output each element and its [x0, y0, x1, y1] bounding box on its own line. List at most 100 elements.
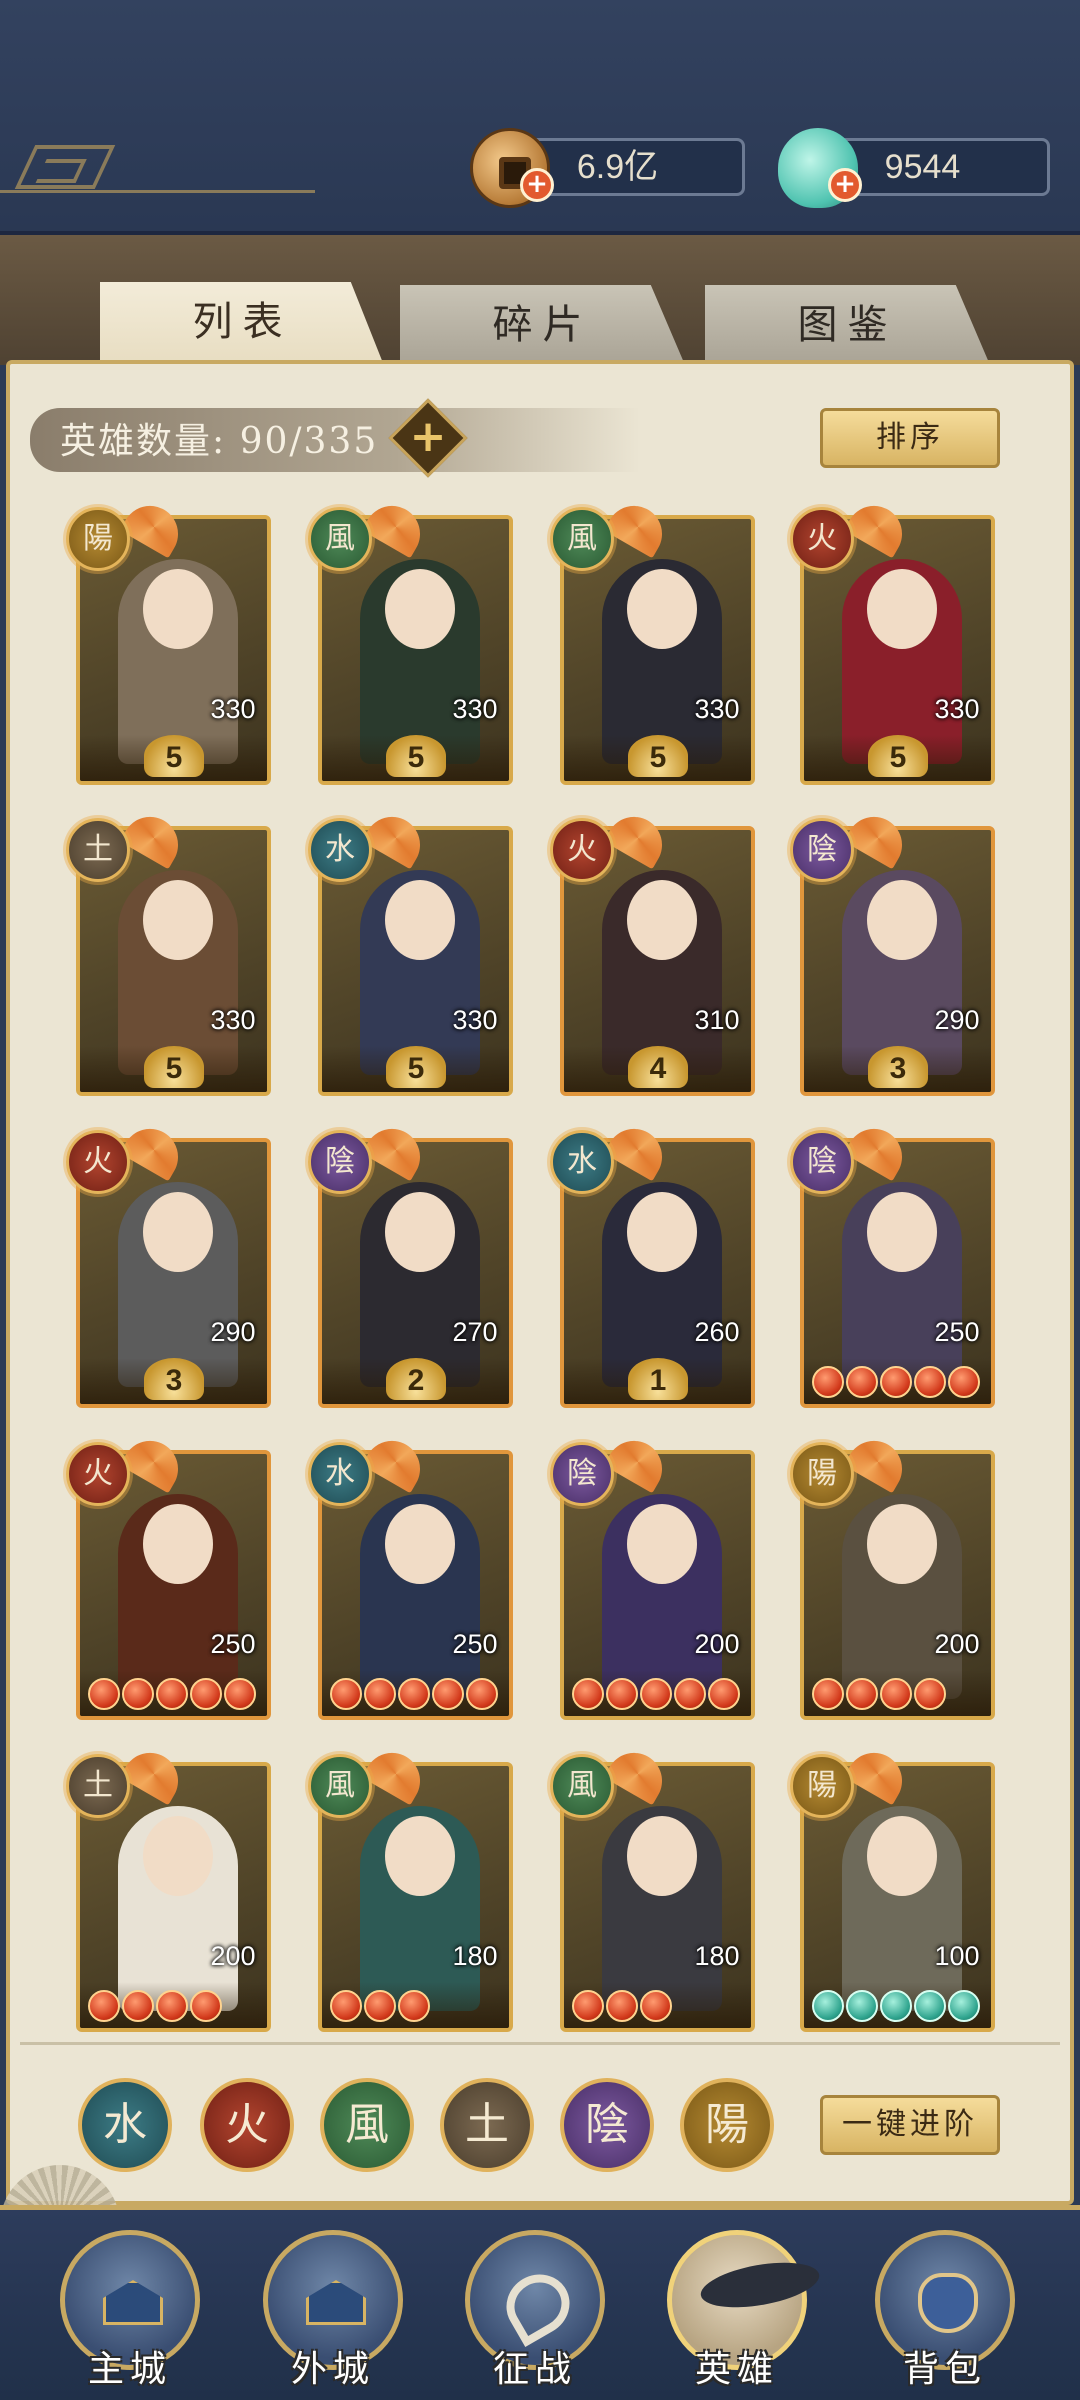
- orb-icon: [640, 1990, 672, 2022]
- element-fire-icon: 火: [550, 818, 614, 882]
- awaken-orbs: [330, 1678, 498, 1710]
- hero-portrait: [118, 1494, 238, 1699]
- nav-heroes[interactable]: 英雄: [662, 2230, 823, 2395]
- orb-icon: [330, 1990, 362, 2022]
- element-wind-icon: 風: [550, 1754, 614, 1818]
- orb-icon: [88, 1678, 120, 1710]
- orb-icon: [914, 1678, 946, 1710]
- add-coin-icon[interactable]: +: [520, 168, 554, 202]
- nav-label: 外城: [290, 2349, 375, 2390]
- hero-level: 260: [689, 1312, 745, 1352]
- filter-earth-button[interactable]: 土: [440, 2078, 534, 2172]
- awaken-orbs: [88, 1990, 222, 2022]
- hero-level: 330: [689, 689, 745, 729]
- hero-portrait: [118, 1806, 238, 2011]
- hero-portrait: [360, 1182, 480, 1387]
- nav-label: 征战: [492, 2349, 577, 2390]
- orb-icon: [640, 1678, 672, 1710]
- hero-level: 330: [205, 1000, 261, 1040]
- hero-level: 250: [447, 1624, 503, 1664]
- orb-icon: [708, 1678, 740, 1710]
- nav-label: 英雄: [694, 2349, 779, 2390]
- hero-portrait: [118, 559, 238, 764]
- awaken-orbs: [812, 1366, 980, 1398]
- element-water-icon: 水: [550, 1130, 614, 1194]
- awaken-orbs: [88, 1678, 256, 1710]
- hero-portrait: [602, 1182, 722, 1387]
- orb-icon: [122, 1678, 154, 1710]
- element-earth-icon: 土: [66, 818, 130, 882]
- hero-count-value: 90/335: [239, 421, 379, 462]
- filter-water-button[interactable]: 水: [78, 2078, 172, 2172]
- hero-level: 330: [447, 689, 503, 729]
- hero-portrait: [842, 870, 962, 1075]
- orb-icon: [364, 1990, 396, 2022]
- hero-portrait: [360, 559, 480, 764]
- hero-star-rank: 3: [144, 1358, 204, 1400]
- hero-level: 310: [689, 1000, 745, 1040]
- hero-level: 330: [447, 1000, 503, 1040]
- element-yin-icon: 陰: [790, 1130, 854, 1194]
- hero-level: 100: [929, 1936, 985, 1976]
- element-earth-icon: 土: [66, 1754, 130, 1818]
- one-click-advance-button[interactable]: 一键进阶: [820, 2095, 1000, 2155]
- filter-yang-button[interactable]: 陽: [680, 2078, 774, 2172]
- orb-icon: [156, 1678, 188, 1710]
- element-wind-icon: 風: [550, 507, 614, 571]
- hero-star-rank: 4: [628, 1046, 688, 1088]
- hero-level: 180: [447, 1936, 503, 1976]
- element-yin-icon: 陰: [550, 1442, 614, 1506]
- nav-backpack[interactable]: 背包: [870, 2230, 1020, 2395]
- hero-star-rank: 2: [386, 1358, 446, 1400]
- orb-icon: [880, 1990, 912, 2022]
- divider: [20, 2042, 1060, 2045]
- nav-battle[interactable]: 征战: [460, 2230, 610, 2395]
- hero-star-rank: 3: [868, 1046, 928, 1088]
- filter-fire-button[interactable]: 火: [200, 2078, 294, 2172]
- orb-icon: [572, 1678, 604, 1710]
- element-wind-icon: 風: [308, 507, 372, 571]
- hero-count: 英雄数量: 90/335: [60, 412, 378, 464]
- hero-level: 200: [205, 1936, 261, 1976]
- hero-count-label: 英雄数量:: [60, 421, 227, 462]
- hero-star-rank: 1: [628, 1358, 688, 1400]
- element-fire-icon: 火: [790, 507, 854, 571]
- hero-level: 180: [689, 1936, 745, 1976]
- filter-wind-button[interactable]: 風: [320, 2078, 414, 2172]
- element-fire-icon: 火: [66, 1130, 130, 1194]
- hero-star-rank: 5: [868, 735, 928, 777]
- hero-portrait: [360, 870, 480, 1075]
- orb-icon: [846, 1990, 878, 2022]
- orb-icon: [330, 1678, 362, 1710]
- hero-level: 200: [929, 1624, 985, 1664]
- element-yang-icon: 陽: [790, 1754, 854, 1818]
- element-fire-icon: 火: [66, 1442, 130, 1506]
- tab-list[interactable]: 列表: [100, 282, 385, 368]
- nav-label: 背包: [902, 2349, 987, 2390]
- hero-level: 290: [929, 1000, 985, 1040]
- orb-icon: [88, 1990, 120, 2022]
- hero-portrait: [118, 870, 238, 1075]
- nav-main-city[interactable]: 主城: [55, 2230, 205, 2395]
- hero-star-rank: 5: [386, 1046, 446, 1088]
- plus-icon: +: [409, 411, 447, 462]
- hero-star-rank: 5: [144, 1046, 204, 1088]
- filter-yin-button[interactable]: 陰: [560, 2078, 654, 2172]
- awaken-orbs: [812, 1678, 946, 1710]
- hero-portrait: [602, 870, 722, 1075]
- element-wind-icon: 風: [308, 1754, 372, 1818]
- orb-icon: [606, 1678, 638, 1710]
- orb-icon: [812, 1678, 844, 1710]
- tab-codex[interactable]: 图鉴: [705, 285, 990, 365]
- add-jade-icon[interactable]: +: [828, 168, 862, 202]
- hero-level: 270: [447, 1312, 503, 1352]
- tab-fragments[interactable]: 碎片: [400, 285, 685, 365]
- hero-portrait: [602, 559, 722, 764]
- nav-outer-city[interactable]: 外城: [258, 2230, 408, 2395]
- orb-icon: [846, 1678, 878, 1710]
- element-yin-icon: 陰: [790, 818, 854, 882]
- hero-star-rank: 5: [386, 735, 446, 777]
- hero-portrait: [842, 1806, 962, 2011]
- sort-button[interactable]: 排序: [820, 408, 1000, 468]
- awaken-orbs: [572, 1678, 740, 1710]
